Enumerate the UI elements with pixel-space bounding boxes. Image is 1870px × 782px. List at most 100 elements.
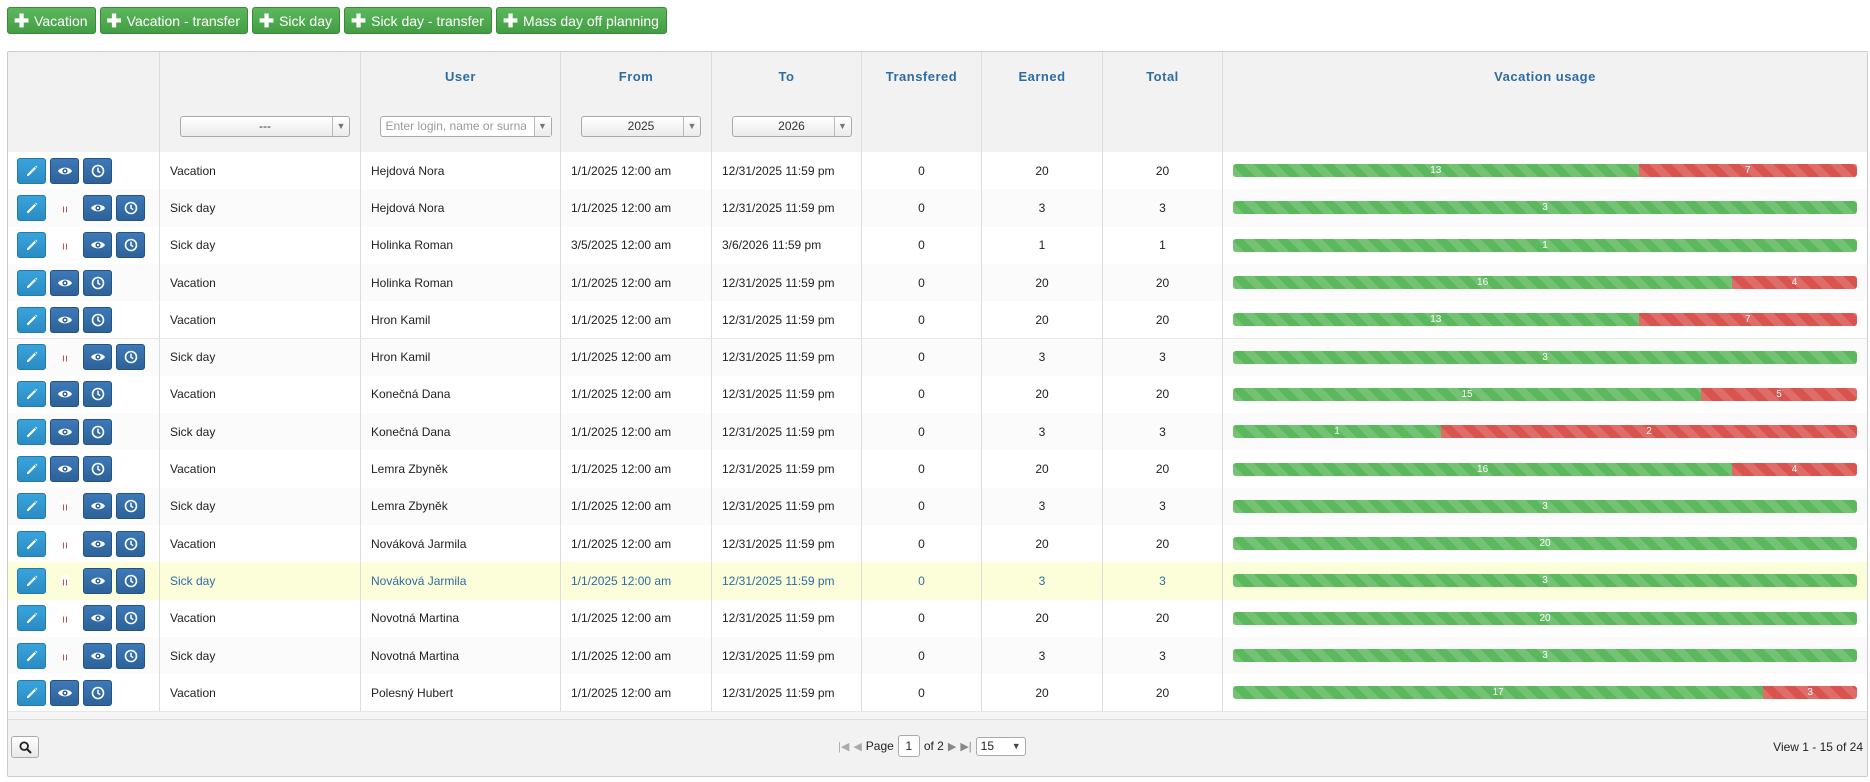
- edit-button[interactable]: [17, 344, 46, 371]
- table-row[interactable]: Sick day Hejdová Nora 1/1/2025 12:00 am 12/…: [8, 189, 1867, 228]
- edit-button[interactable]: [17, 269, 46, 296]
- vacation-usage-bar: 3: [1233, 649, 1857, 663]
- delete-button[interactable]: [50, 643, 79, 669]
- view-button[interactable]: [83, 567, 112, 594]
- header-to[interactable]: To: [712, 52, 862, 100]
- view-button[interactable]: [83, 605, 112, 632]
- view-button[interactable]: [50, 679, 79, 706]
- edit-button[interactable]: [17, 679, 46, 706]
- row-type: Sick day: [160, 413, 361, 451]
- table-row[interactable]: Sick day Lemra Zbyněk 1/1/2025 12:00 am 12/…: [8, 487, 1867, 526]
- view-button[interactable]: [50, 157, 79, 184]
- add-vacation-button[interactable]: ✚ Vacation: [7, 7, 96, 34]
- table-row[interactable]: Sick day Holinka Roman 3/5/2025 12:00 am 3/…: [8, 226, 1867, 265]
- pencil-icon: [25, 313, 39, 327]
- history-button[interactable]: [83, 157, 112, 184]
- header-vacation-usage[interactable]: Vacation usage: [1223, 52, 1867, 100]
- view-button[interactable]: [50, 306, 79, 333]
- table-row[interactable]: Vacation Polesný Hubert 1/1/2025 12:00 am 1…: [8, 674, 1867, 713]
- add-sick-day-transfer-button[interactable]: ✚ Sick day - transfer: [344, 7, 492, 34]
- delete-button[interactable]: [50, 605, 79, 631]
- edit-button[interactable]: [17, 157, 46, 184]
- history-button[interactable]: [116, 344, 145, 371]
- delete-button[interactable]: [50, 344, 79, 370]
- edit-button[interactable]: [17, 381, 46, 408]
- header-transfered[interactable]: Transfered: [862, 52, 982, 100]
- table-row[interactable]: Sick day Nováková Jarmila 1/1/2025 12:00 a…: [8, 562, 1867, 601]
- table-row[interactable]: Vacation Konečná Dana 1/1/2025 12:00 am 12/…: [8, 375, 1867, 415]
- view-button[interactable]: [83, 344, 112, 371]
- table-row[interactable]: Sick day Konečná Dana 1/1/2025 12:00 am 12/…: [8, 413, 1867, 452]
- pencil-icon: [25, 462, 39, 476]
- to-year-select[interactable]: 2026 ▼: [731, 115, 852, 137]
- edit-button[interactable]: [17, 605, 46, 632]
- edit-button[interactable]: [17, 194, 46, 221]
- history-button[interactable]: [83, 456, 112, 483]
- table-row[interactable]: Vacation Hron Kamil 1/1/2025 12:00 am 12/31…: [8, 301, 1867, 340]
- user-filter-input[interactable]: Enter login, name or surname ▼: [379, 115, 552, 137]
- view-button[interactable]: [50, 418, 79, 445]
- delete-button[interactable]: [50, 493, 79, 519]
- table-row[interactable]: Vacation Novotná Martina 1/1/2025 12:00 am…: [8, 599, 1867, 638]
- add-sick-day-button[interactable]: ✚ Sick day: [252, 7, 341, 34]
- history-button[interactable]: [116, 232, 145, 259]
- table-row[interactable]: Vacation Holinka Roman 1/1/2025 12:00 am 12…: [8, 263, 1867, 303]
- rows-per-page-select[interactable]: 15 ▼: [975, 736, 1026, 756]
- delete-button[interactable]: [50, 232, 79, 258]
- history-button[interactable]: [116, 605, 145, 632]
- delete-button[interactable]: [50, 568, 79, 594]
- edit-button[interactable]: [17, 418, 46, 445]
- last-page-icon[interactable]: ▶|: [960, 740, 971, 753]
- table-row[interactable]: Vacation Hejdová Nora 1/1/2025 12:00 am 12/…: [8, 152, 1867, 191]
- page-number-input[interactable]: 1: [897, 735, 920, 757]
- delete-button[interactable]: [50, 195, 79, 221]
- table-row[interactable]: Vacation Nováková Jarmila 1/1/2025 12:00 a…: [8, 525, 1867, 564]
- from-year-select[interactable]: 2025 ▼: [581, 115, 701, 137]
- mass-day-off-planning-button[interactable]: ✚ Mass day off planning: [495, 7, 667, 34]
- edit-button[interactable]: [17, 456, 46, 483]
- history-button[interactable]: [116, 567, 145, 594]
- header-from[interactable]: From: [561, 52, 712, 100]
- view-button[interactable]: [83, 642, 112, 669]
- usage-free-segment: 13: [1233, 313, 1639, 327]
- history-button[interactable]: [116, 642, 145, 669]
- history-button[interactable]: [116, 194, 145, 221]
- table-row[interactable]: Sick day Hron Kamil 1/1/2025 12:00 am 12/31…: [8, 338, 1867, 377]
- history-button[interactable]: [116, 493, 145, 520]
- history-button[interactable]: [116, 530, 145, 557]
- header-user[interactable]: User: [361, 52, 561, 100]
- view-button[interactable]: [83, 232, 112, 259]
- view-button[interactable]: [50, 269, 79, 296]
- table-row[interactable]: Vacation Lemra Zbyněk 1/1/2025 12:00 am 12/…: [8, 450, 1867, 489]
- pencil-icon: [25, 537, 39, 551]
- history-button[interactable]: [83, 418, 112, 445]
- row-vacation-usage: 3: [1223, 189, 1867, 226]
- search-button[interactable]: [11, 736, 39, 758]
- history-button[interactable]: [83, 381, 112, 408]
- view-button[interactable]: [83, 493, 112, 520]
- edit-button[interactable]: [17, 306, 46, 333]
- header-earned[interactable]: Earned: [982, 52, 1103, 100]
- table-row[interactable]: Sick day Novotná Martina 1/1/2025 12:00 am…: [8, 636, 1867, 676]
- history-button[interactable]: [83, 269, 112, 296]
- view-button[interactable]: [50, 381, 79, 408]
- edit-button[interactable]: [17, 530, 46, 557]
- view-button[interactable]: [50, 456, 79, 483]
- add-vacation-transfer-button[interactable]: ✚ Vacation - transfer: [99, 7, 248, 34]
- row-total: 1: [1103, 226, 1223, 264]
- view-button[interactable]: [83, 194, 112, 221]
- next-page-icon[interactable]: ▶: [948, 740, 956, 753]
- first-page-icon[interactable]: |◀: [838, 740, 849, 753]
- edit-button[interactable]: [17, 567, 46, 594]
- edit-button[interactable]: [17, 642, 46, 669]
- header-total[interactable]: Total: [1103, 52, 1223, 100]
- view-button[interactable]: [83, 530, 112, 557]
- delete-button[interactable]: [50, 531, 79, 557]
- history-button[interactable]: [83, 679, 112, 706]
- prev-page-icon[interactable]: ◀: [853, 740, 861, 753]
- history-button[interactable]: [83, 306, 112, 333]
- edit-button[interactable]: [17, 493, 46, 520]
- type-filter-select[interactable]: --- ▼: [180, 115, 350, 137]
- clock-icon: [91, 276, 105, 290]
- edit-button[interactable]: [17, 232, 46, 259]
